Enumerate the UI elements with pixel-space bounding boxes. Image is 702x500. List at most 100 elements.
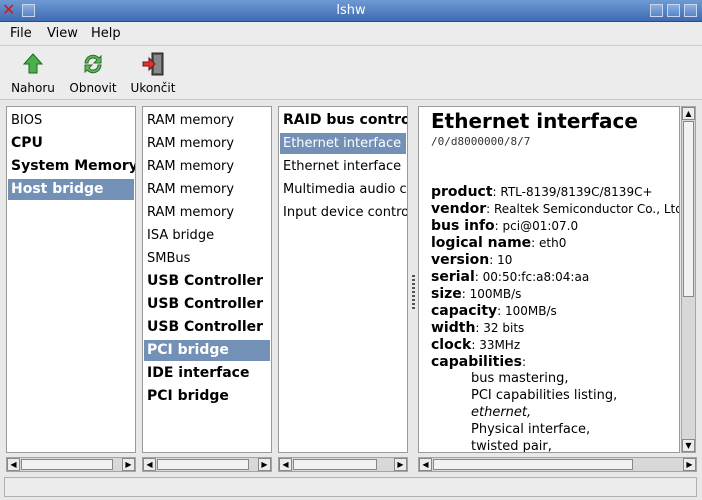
status-bar bbox=[4, 477, 697, 497]
property-key: capacity bbox=[431, 303, 498, 319]
vertical-scroll-thumb[interactable] bbox=[683, 121, 694, 297]
col1-horizontal-scrollbar[interactable]: ◀ ▶ bbox=[6, 457, 136, 472]
col3-horizontal-scrollbar[interactable]: ◀ ▶ bbox=[278, 457, 408, 472]
maximize-button[interactable] bbox=[667, 4, 680, 17]
detail-property: size: 100MB/s bbox=[431, 286, 521, 303]
property-value: RTL-8139/8139C/8139C+ bbox=[500, 185, 653, 199]
property-value: 33MHz bbox=[479, 338, 521, 352]
property-separator: : bbox=[489, 253, 498, 267]
device-list-item[interactable]: ISA bridge bbox=[147, 225, 214, 246]
menu-help[interactable]: Help bbox=[91, 26, 121, 41]
device-list-item[interactable]: RAM memory bbox=[147, 110, 234, 131]
detail-vertical-scrollbar[interactable]: ▲ ▼ bbox=[681, 106, 696, 453]
device-list-item[interactable]: USB Controller bbox=[147, 294, 263, 315]
device-list-item[interactable]: System Memory bbox=[11, 156, 135, 177]
property-value: Realtek Semiconductor Co., Ltd. bbox=[494, 202, 680, 216]
device-list-item[interactable]: Input device controller bbox=[283, 202, 407, 223]
window-title: lshw bbox=[336, 3, 366, 18]
detail-property: vendor: Realtek Semiconductor Co., Ltd. bbox=[431, 201, 680, 218]
detail-property: capabilities: bbox=[431, 354, 526, 371]
col2-horizontal-scrollbar[interactable]: ◀ ▶ bbox=[142, 457, 272, 472]
property-key: version bbox=[431, 252, 490, 268]
horizontal-scroll-thumb[interactable] bbox=[21, 459, 113, 470]
detail-property: bus info: pci@01:07.0 bbox=[431, 218, 578, 235]
property-value: 100MB/s bbox=[505, 304, 557, 318]
up-button[interactable]: Nahoru bbox=[8, 51, 58, 95]
property-key: vendor bbox=[431, 201, 487, 217]
scroll-right-arrow-icon[interactable]: ▶ bbox=[258, 458, 271, 471]
detail-property: clock: 33MHz bbox=[431, 337, 520, 354]
detail-property: width: 32 bits bbox=[431, 320, 524, 337]
property-value: 32 bits bbox=[483, 321, 525, 335]
close-button[interactable] bbox=[684, 4, 697, 17]
menu-file[interactable]: File bbox=[10, 26, 32, 41]
quit-button[interactable]: Ukončit bbox=[127, 51, 179, 95]
property-separator: : bbox=[531, 236, 540, 250]
detail-property: version: 10 bbox=[431, 252, 512, 269]
property-separator: : bbox=[497, 304, 505, 318]
detail-pane: Ethernet interface /0/d8000000/8/7 produ… bbox=[418, 106, 680, 453]
capability-item: ethernet, bbox=[471, 405, 532, 420]
scroll-left-arrow-icon[interactable]: ◀ bbox=[7, 458, 20, 471]
device-list-item[interactable]: Ethernet interface bbox=[283, 156, 401, 177]
device-list-item[interactable]: RAM memory bbox=[147, 202, 234, 223]
title-bar: ✕ lshw bbox=[0, 0, 702, 22]
scroll-left-arrow-icon[interactable]: ◀ bbox=[279, 458, 292, 471]
device-list-item[interactable]: SMBus bbox=[147, 248, 190, 269]
horizontal-scroll-thumb[interactable] bbox=[433, 459, 633, 470]
horizontal-scroll-thumb[interactable] bbox=[157, 459, 249, 470]
detail-property: serial: 00:50:fc:a8:04:aa bbox=[431, 269, 589, 286]
property-separator: : bbox=[521, 355, 526, 369]
property-separator: : bbox=[494, 219, 503, 233]
device-list-item[interactable]: RAM memory bbox=[147, 156, 234, 177]
detail-property: capacity: 100MB/s bbox=[431, 303, 557, 320]
device-list-item[interactable]: CPU bbox=[11, 133, 43, 154]
property-key: size bbox=[431, 286, 462, 302]
device-list-item[interactable]: PCI bridge bbox=[144, 340, 270, 361]
property-key: serial bbox=[431, 269, 475, 285]
capability-item: Physical interface, bbox=[471, 422, 591, 437]
property-value: 00:50:fc:a8:04:aa bbox=[482, 270, 590, 284]
detail-property: product: RTL-8139/8139C/8139C+ bbox=[431, 184, 653, 201]
scroll-right-arrow-icon[interactable]: ▶ bbox=[683, 458, 696, 471]
device-list-item[interactable]: IDE interface bbox=[147, 363, 249, 384]
scroll-right-arrow-icon[interactable]: ▶ bbox=[394, 458, 407, 471]
up-arrow-icon bbox=[20, 51, 46, 77]
device-list-item[interactable]: BIOS bbox=[11, 110, 42, 131]
property-key: product bbox=[431, 184, 493, 200]
device-list-item[interactable]: RAM memory bbox=[147, 133, 234, 154]
pane-resize-grip[interactable] bbox=[412, 275, 415, 309]
property-key: width bbox=[431, 320, 476, 336]
up-button-label: Nahoru bbox=[11, 81, 55, 95]
device-list-item[interactable]: USB Controller bbox=[147, 317, 263, 338]
capability-item: twisted pair, bbox=[471, 439, 552, 453]
horizontal-scroll-thumb[interactable] bbox=[293, 459, 377, 470]
property-value: 100MB/s bbox=[469, 287, 522, 301]
device-column-2: RAM memory RAM memory RAM memory RAM memory… bbox=[142, 106, 272, 453]
scroll-up-arrow-icon[interactable]: ▲ bbox=[682, 107, 695, 120]
device-column-1: BIOS CPU System Memory Host bridge bbox=[6, 106, 136, 453]
device-list-item[interactable]: RAM memory bbox=[147, 179, 234, 200]
property-key: logical name bbox=[431, 235, 532, 251]
toolbar: Nahoru Obnovit Ukončit bbox=[0, 45, 702, 100]
device-list-item[interactable]: Multimedia audio controller bbox=[283, 179, 407, 200]
scroll-left-arrow-icon[interactable]: ◀ bbox=[419, 458, 432, 471]
device-list-item[interactable]: RAID bus controller bbox=[283, 110, 407, 131]
scroll-down-arrow-icon[interactable]: ▼ bbox=[682, 439, 695, 452]
property-key: capabilities bbox=[431, 354, 522, 370]
refresh-button[interactable]: Obnovit bbox=[66, 51, 120, 95]
property-separator: : bbox=[474, 270, 483, 284]
menu-view[interactable]: View bbox=[47, 26, 78, 41]
device-list-item[interactable]: PCI bridge bbox=[147, 386, 229, 407]
minimize-button[interactable] bbox=[650, 4, 663, 17]
detail-horizontal-scrollbar[interactable]: ◀ ▶ bbox=[418, 457, 697, 472]
device-list-item[interactable]: Host bridge bbox=[8, 179, 134, 200]
device-list-item[interactable]: USB Controller bbox=[147, 271, 263, 292]
device-list-item[interactable]: Ethernet interface bbox=[280, 133, 406, 154]
scroll-right-arrow-icon[interactable]: ▶ bbox=[122, 458, 135, 471]
detail-title: Ethernet interface bbox=[431, 109, 638, 133]
property-value: eth0 bbox=[539, 236, 567, 250]
property-separator: : bbox=[486, 202, 494, 216]
scroll-left-arrow-icon[interactable]: ◀ bbox=[143, 458, 156, 471]
capability-item: PCI capabilities listing, bbox=[471, 388, 618, 403]
